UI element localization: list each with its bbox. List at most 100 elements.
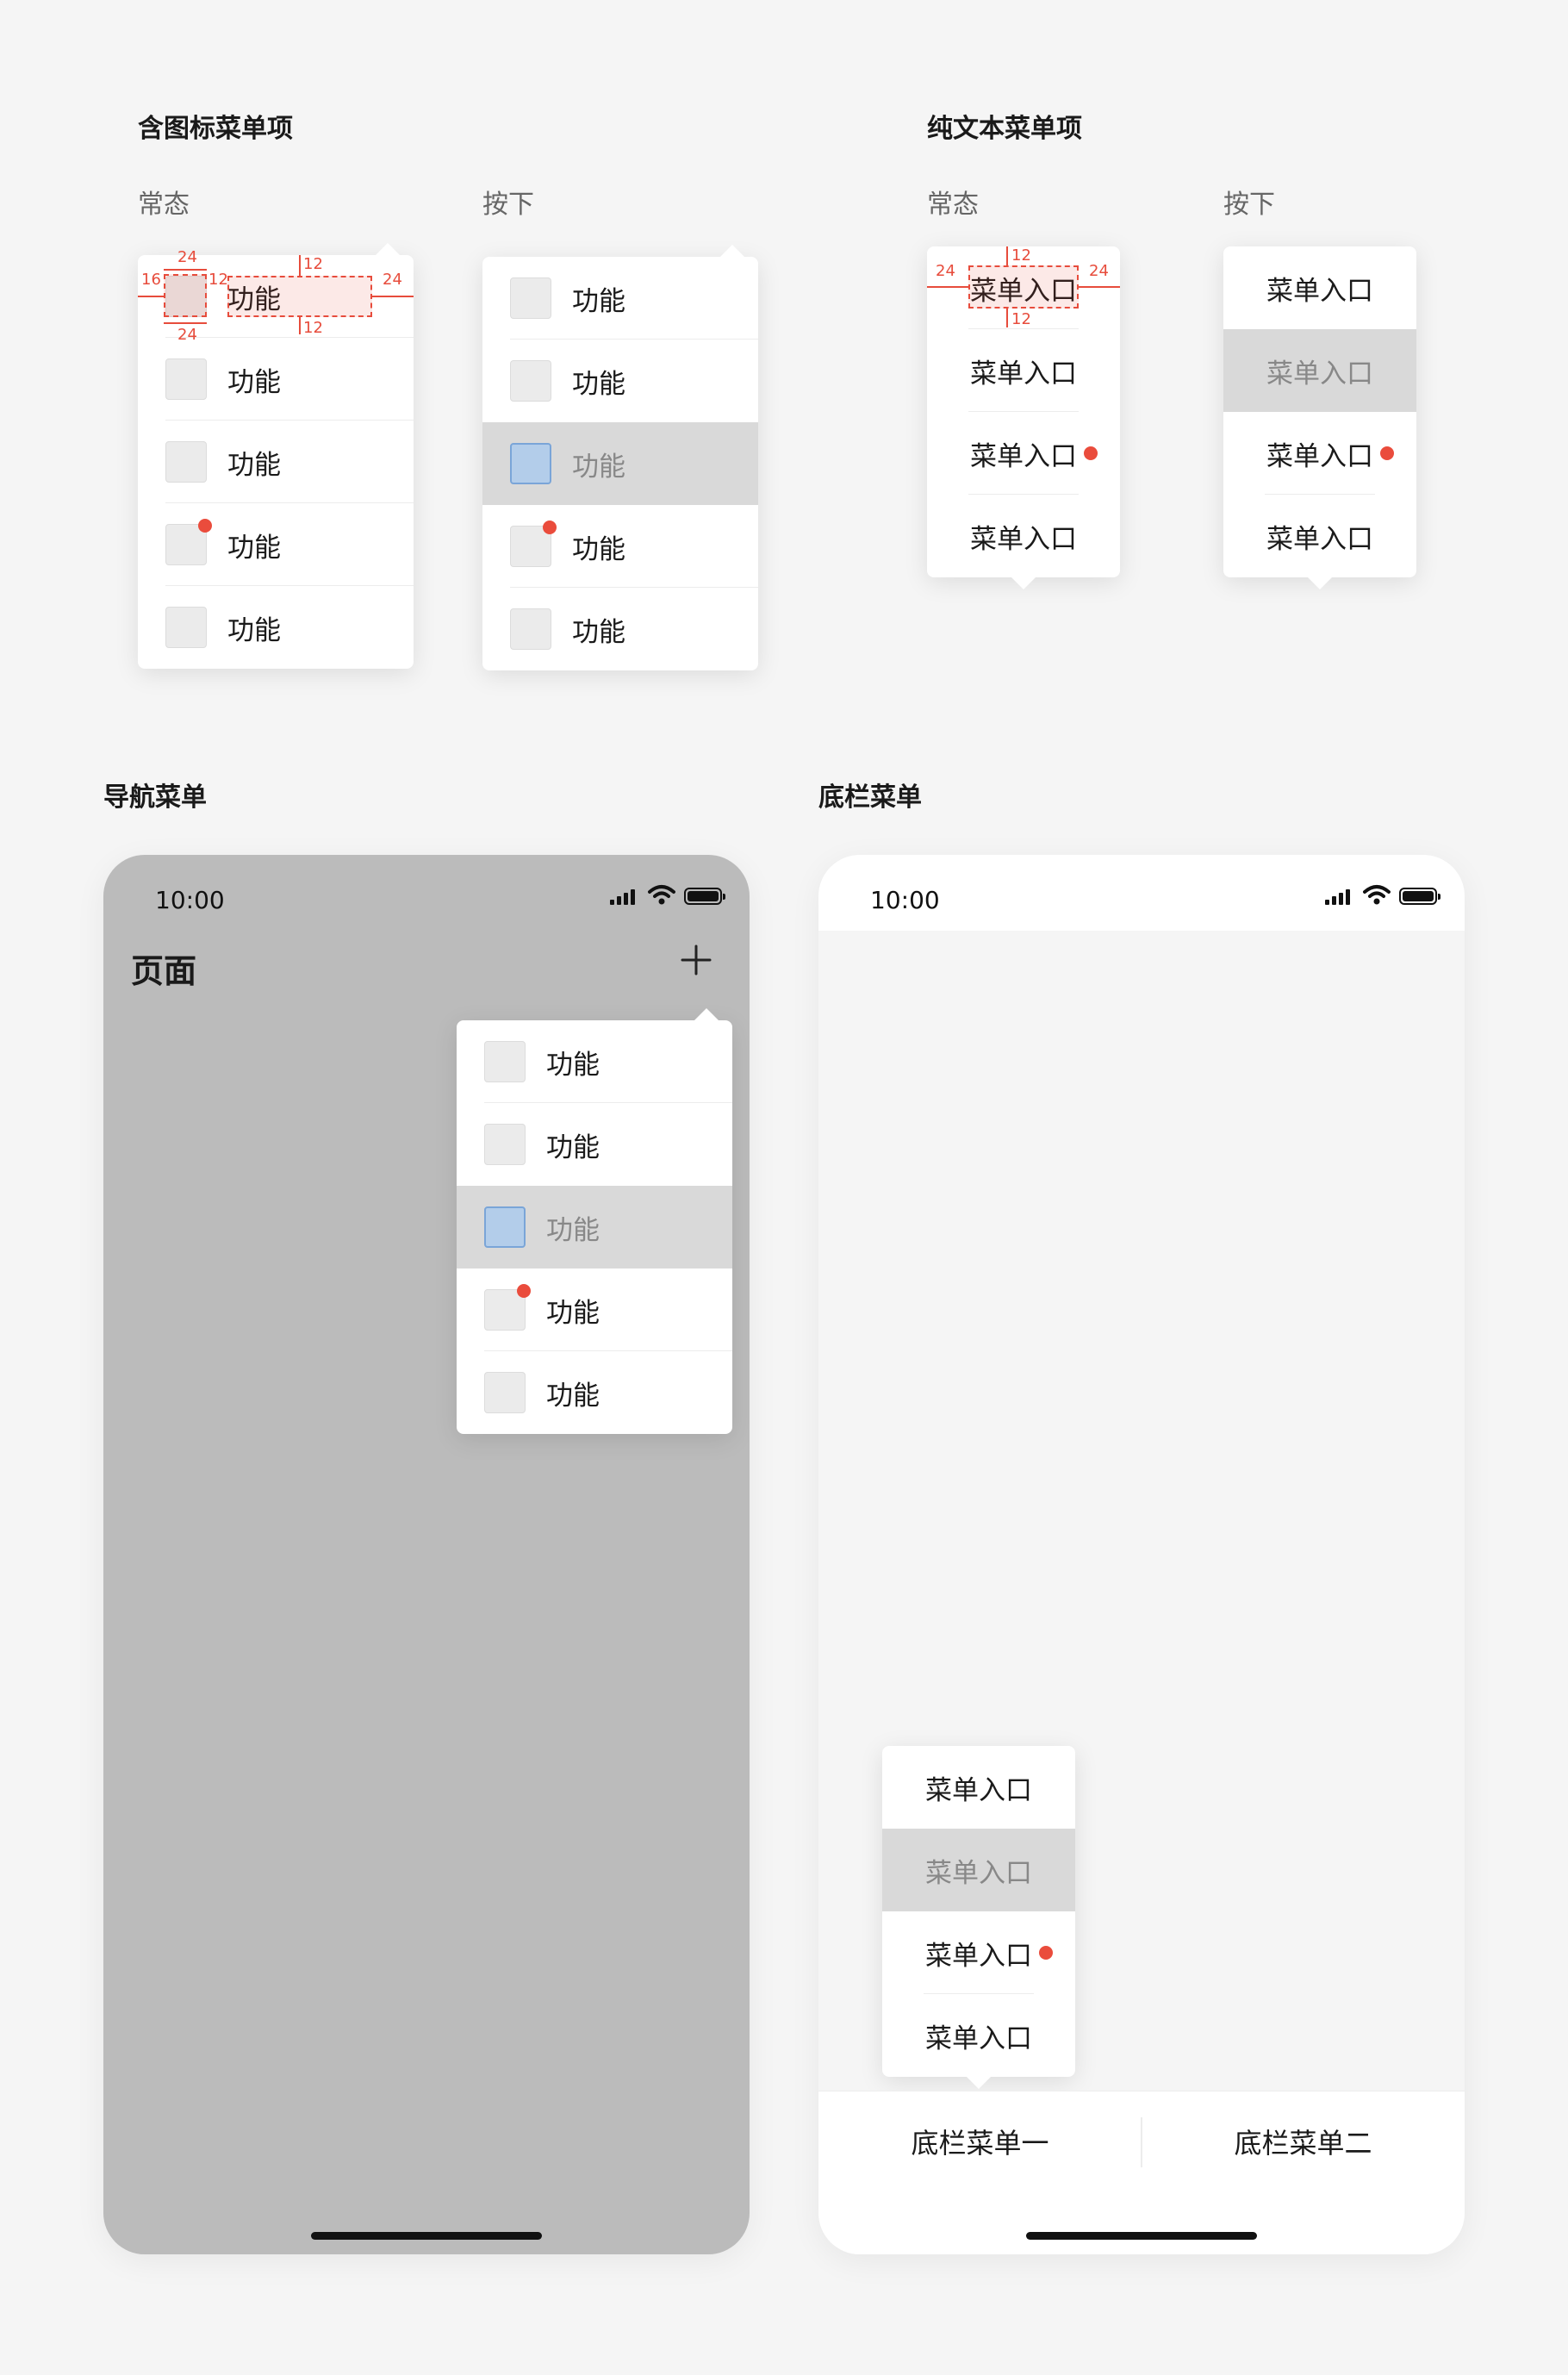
bottom-tab-1[interactable]: 底栏菜单一	[818, 2091, 1142, 2191]
menu-item-pressed[interactable]: 功能	[457, 1186, 732, 1269]
menu-item-label: 菜单入口	[925, 2023, 1032, 2054]
menu-item-pressed[interactable]: 菜单入口	[1223, 329, 1416, 412]
status-time: 10:00	[155, 886, 225, 914]
home-indicator	[1026, 2232, 1257, 2240]
feature-icon	[165, 358, 207, 400]
menu-item[interactable]: 功能	[482, 588, 758, 670]
feature-icon	[165, 607, 207, 648]
menu-item-label: 菜单入口	[1266, 440, 1373, 472]
menu-item-label: 功能	[546, 1297, 600, 1329]
menu-item-label: 菜单入口	[970, 440, 1077, 472]
feature-icon-selected	[510, 443, 551, 484]
menu-item[interactable]: 菜单入口	[1223, 495, 1416, 577]
feature-icon	[484, 1124, 526, 1165]
menu-item[interactable]: 功能	[482, 340, 758, 422]
menu-arrow	[720, 245, 744, 257]
spec-label: 24	[383, 271, 402, 289]
menu-item[interactable]: 功能	[138, 338, 414, 421]
spec-label: 24	[177, 248, 197, 266]
menu-item[interactable]: 功能	[138, 586, 414, 669]
signal-icon	[1325, 889, 1350, 905]
menu-item[interactable]: 功能	[457, 1020, 732, 1103]
spec-line	[927, 286, 968, 288]
menu-item[interactable]: 功能	[457, 1269, 732, 1351]
spec-label: 12	[208, 271, 228, 289]
spec-line	[372, 296, 414, 297]
spec-label: 12	[303, 255, 323, 273]
menu-item[interactable]: 菜单入口	[927, 329, 1120, 412]
feature-icon	[484, 1041, 526, 1082]
page-title: 页面	[131, 952, 197, 990]
bottom-tab-2[interactable]: 底栏菜单二	[1142, 2091, 1465, 2191]
wifi-icon	[648, 885, 675, 905]
menu-item-pressed[interactable]: 功能	[482, 422, 758, 505]
menu-item-label: 功能	[546, 1131, 600, 1163]
bottom-popup-menu: 菜单入口 菜单入口 菜单入口 菜单入口	[882, 1746, 1075, 2089]
menu-item[interactable]: 功能	[457, 1103, 732, 1186]
menu-item-label: 功能	[572, 368, 625, 400]
menu-item[interactable]: 菜单入口	[882, 1746, 1075, 1829]
battery-icon	[684, 888, 725, 905]
spec-line	[164, 322, 207, 324]
nav-menu-section-title: 导航菜单	[103, 782, 207, 813]
menu-item[interactable]: 功能	[482, 505, 758, 588]
menu-item[interactable]: 菜单入口	[882, 1994, 1075, 2077]
menu-item-pressed[interactable]: 菜单入口	[882, 1829, 1075, 1911]
tab-label: 底栏菜单一	[911, 2127, 1049, 2160]
badge-dot	[543, 521, 557, 534]
menu-item[interactable]: 功能	[457, 1351, 732, 1434]
menu-item-label: 功能	[227, 532, 281, 564]
feature-icon	[510, 360, 551, 402]
tab-label: 底栏菜单二	[1234, 2127, 1372, 2160]
menu-item[interactable]: 菜单入口	[1223, 246, 1416, 329]
text-menu-pressed: 菜单入口 菜单入口 菜单入口 菜单入口	[1223, 246, 1416, 589]
spec-line	[299, 255, 301, 276]
menu-item-label: 功能	[572, 616, 625, 648]
menu-item[interactable]: 菜单入口	[882, 1911, 1075, 1994]
feature-icon	[484, 1372, 526, 1413]
bottom-tab-bar: 底栏菜单一 底栏菜单二	[818, 2091, 1465, 2254]
spec-label: 12	[1011, 310, 1031, 328]
menu-item[interactable]: 功能	[138, 421, 414, 503]
menu-item-label: 功能	[572, 285, 625, 317]
spec-label-box	[227, 276, 372, 317]
home-indicator	[311, 2232, 542, 2240]
menu-item-label: 菜单入口	[925, 1940, 1032, 1972]
menu-item[interactable]: 功能	[482, 257, 758, 340]
menu-item-label: 功能	[572, 451, 625, 483]
feature-icon	[484, 1284, 531, 1331]
menu-item-label: 功能	[227, 449, 281, 481]
bottom-menu-section-title: 底栏菜单	[818, 782, 922, 813]
spec-line	[164, 269, 207, 271]
spec-line	[138, 296, 164, 297]
spec-line	[1079, 286, 1120, 288]
badge-dot	[1380, 446, 1394, 460]
menu-item[interactable]: 功能	[138, 503, 414, 586]
menu-item[interactable]: 菜单入口	[927, 412, 1120, 495]
menu-item-label: 菜单入口	[1266, 275, 1373, 307]
menu-item[interactable]: 菜单入口	[927, 495, 1120, 577]
battery-icon	[1399, 888, 1440, 905]
menu-item-label: 菜单入口	[1266, 523, 1373, 555]
plus-icon[interactable]	[681, 944, 712, 976]
menu-arrow	[694, 1008, 719, 1020]
feature-icon	[165, 441, 207, 483]
feature-icon	[165, 519, 212, 565]
menu-arrow	[376, 243, 400, 255]
normal-state-label: 常态	[138, 190, 190, 220]
feature-icon	[510, 608, 551, 650]
menu-item-label: 功能	[227, 366, 281, 398]
menu-arrow	[967, 2077, 991, 2089]
badge-dot	[1039, 1946, 1053, 1960]
menu-arrow	[1011, 577, 1036, 589]
menu-item-label: 菜单入口	[925, 1857, 1032, 1889]
normal-state-label: 常态	[927, 190, 979, 220]
nav-phone-mockup: 10:00 页面 功能 功能 功能 功能 功能	[103, 855, 750, 2254]
menu-item-label: 功能	[227, 614, 281, 646]
wifi-icon	[1363, 885, 1391, 905]
menu-item[interactable]: 菜单入口	[1223, 412, 1416, 495]
menu-item-label: 菜单入口	[970, 523, 1077, 555]
menu-item-label: 菜单入口	[970, 358, 1077, 390]
menu-item-label: 功能	[546, 1214, 600, 1246]
spec-line	[1006, 309, 1008, 327]
